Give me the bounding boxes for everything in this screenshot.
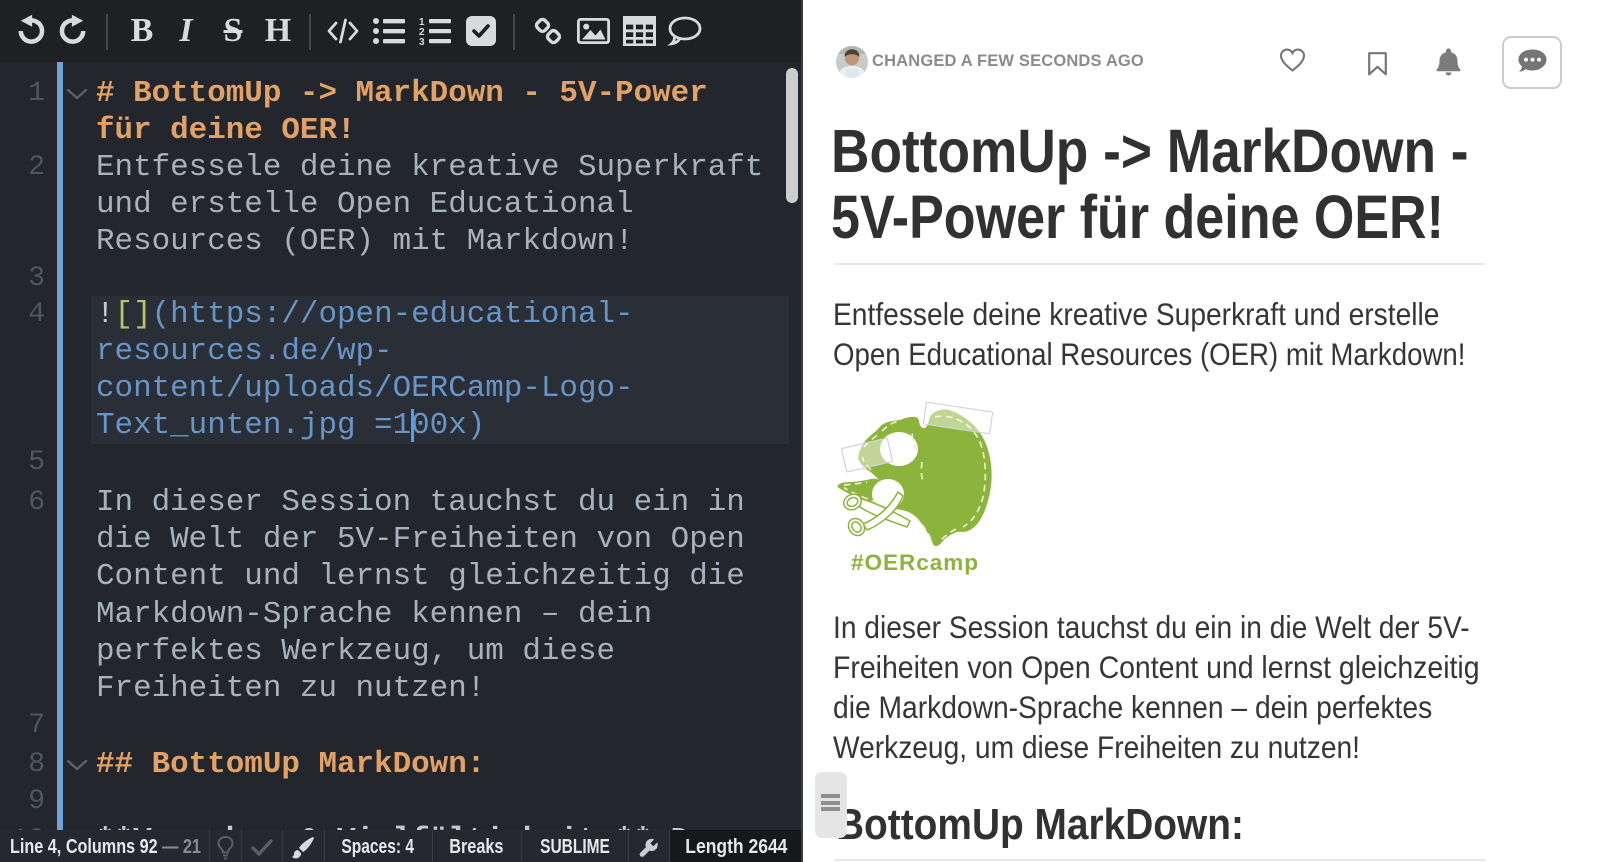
svg-text:#OERcamp: #OERcamp [851, 550, 979, 575]
svg-text:3: 3 [419, 37, 425, 46]
